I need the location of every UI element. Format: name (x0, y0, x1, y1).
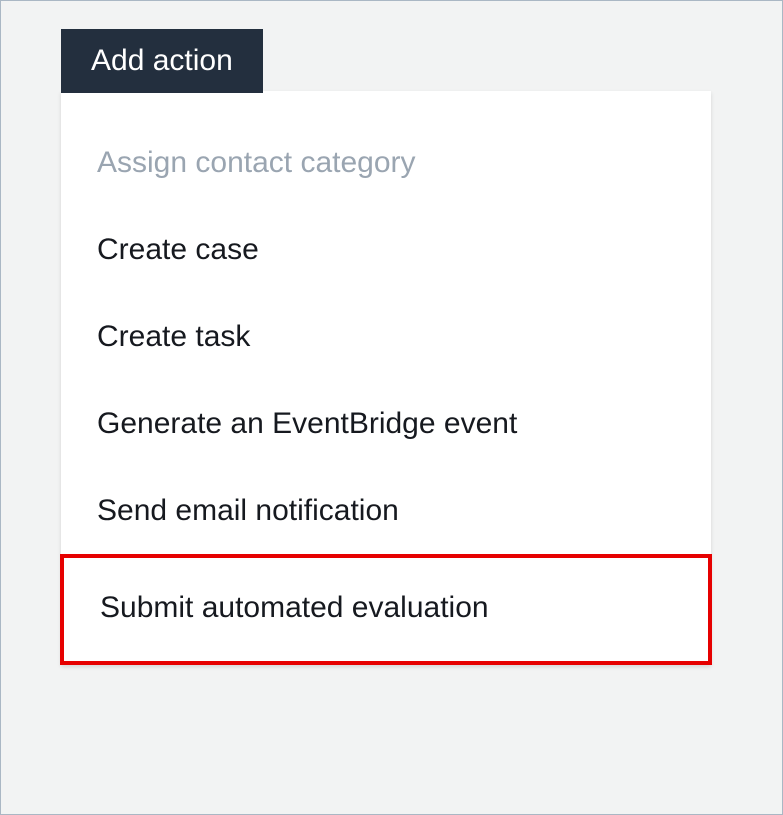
menu-item-label: Assign contact category (97, 146, 416, 179)
menu-item-assign-contact-category: Assign contact category (61, 119, 711, 206)
menu-item-label: Generate an EventBridge event (97, 407, 517, 440)
menu-item-send-email-notification[interactable]: Send email notification (61, 467, 711, 554)
menu-item-generate-eventbridge-event[interactable]: Generate an EventBridge event (61, 380, 711, 467)
menu-item-submit-automated-evaluation[interactable]: Submit automated evaluation (60, 554, 712, 665)
menu-item-label: Create case (97, 233, 259, 266)
menu-item-label: Create task (97, 320, 250, 353)
add-action-label: Add action (91, 44, 233, 77)
action-dropdown-menu: Assign contact category Create case Crea… (61, 91, 711, 665)
menu-item-create-task[interactable]: Create task (61, 293, 711, 380)
add-action-button[interactable]: Add action (61, 29, 263, 93)
menu-item-label: Submit automated evaluation (100, 591, 489, 624)
menu-item-create-case[interactable]: Create case (61, 206, 711, 293)
menu-item-label: Send email notification (97, 494, 399, 527)
